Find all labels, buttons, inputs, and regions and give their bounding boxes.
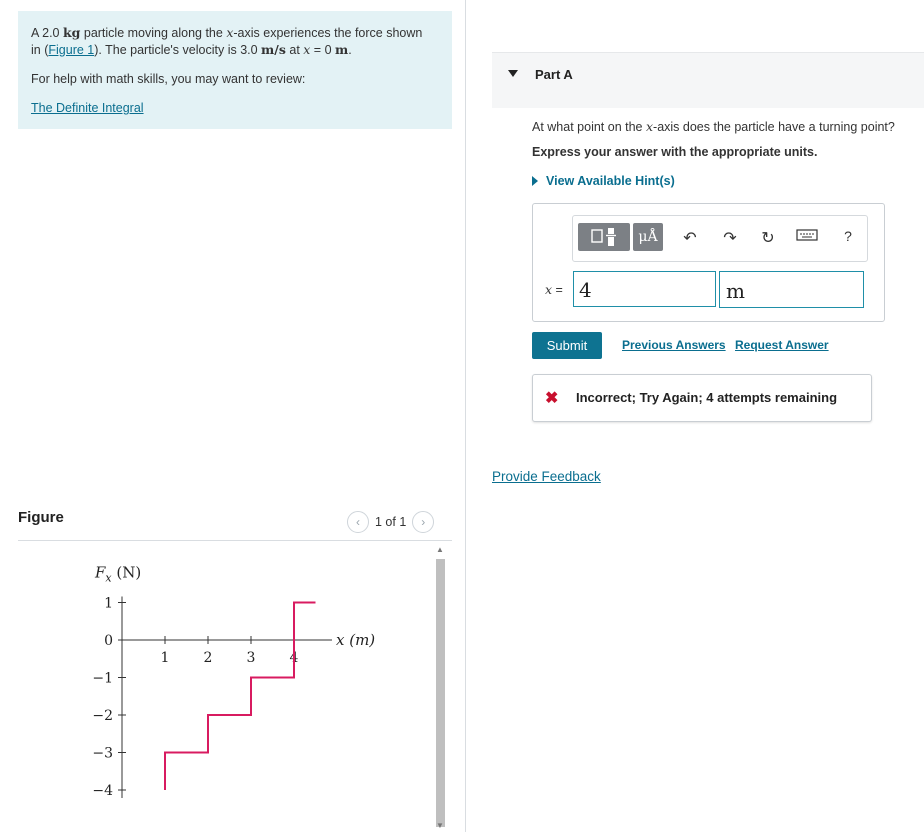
scroll-thumb[interactable] [436, 559, 445, 827]
previous-answers-link[interactable]: Previous Answers [622, 338, 726, 352]
figure-scrollbar[interactable]: ▲ ▼ [433, 545, 447, 832]
chevron-left-icon[interactable]: ‹ [347, 511, 369, 533]
x-tick-label: 2 [204, 650, 213, 666]
hint-label: View Available Hint(s) [546, 174, 675, 188]
submit-button[interactable]: Submit [532, 332, 602, 359]
force-step-line [164, 601, 316, 790]
problem-statement-line2: in (Figure 1). The particle's velocity i… [31, 42, 352, 57]
force-graph: 10−1−2−3−41 2 3 4Fx (N)x (m) [92, 564, 375, 800]
figure-1-link[interactable]: Figure 1 [48, 43, 94, 57]
figure-title: Figure [18, 509, 64, 526]
x-tick-label: 3 [247, 650, 256, 666]
problem-statement-line1: A 2.0 kg particle moving along the x-axi… [31, 25, 423, 40]
problem-intro-box: A 2.0 kg particle moving along the x-axi… [18, 11, 452, 129]
pane-divider [465, 0, 466, 832]
y-axis-label: Fx (N) [94, 564, 141, 585]
units-icon[interactable]: μÅ [633, 223, 663, 251]
y-tick-label: −3 [92, 746, 113, 762]
graph-series [164, 601, 316, 790]
view-hints-toggle[interactable]: View Available Hint(s) [532, 174, 675, 188]
answer-unit-input[interactable]: m [719, 271, 864, 308]
reset-icon[interactable]: ↻ [759, 228, 777, 248]
graph-ticks [118, 602, 295, 791]
y-tick-label: −4 [92, 783, 113, 799]
caret-right-icon [532, 176, 538, 186]
pager-text: 1 of 1 [375, 515, 407, 529]
keyboard-icon[interactable] [796, 226, 818, 247]
provide-feedback-link[interactable]: Provide Feedback [492, 469, 601, 484]
x-tick-label: 1 [161, 650, 170, 666]
y-tick-label: 0 [104, 633, 113, 649]
redo-icon[interactable]: ↷ [721, 228, 739, 248]
math-toolbar: μÅ ↶ ↷ ↻ ? [572, 215, 868, 262]
scroll-up-icon[interactable]: ▲ [436, 545, 444, 554]
figure-separator [18, 540, 452, 541]
definite-integral-link[interactable]: The Definite Integral [31, 101, 144, 115]
help-text: For help with math skills, you may want … [31, 72, 306, 86]
keyboard-glyph [796, 229, 818, 241]
figure-pager: ‹ 1 of 1 › [347, 511, 435, 533]
y-tick-label: −1 [92, 671, 113, 687]
caret-down-icon[interactable] [508, 70, 518, 77]
graph-axes [121, 596, 332, 798]
instruction-text: Express your answer with the appropriate… [532, 145, 818, 159]
feedback-text: Incorrect; Try Again; 4 attempts remaini… [576, 390, 838, 405]
templates-icon[interactable] [578, 223, 630, 251]
undo-icon[interactable]: ↶ [681, 228, 699, 248]
answer-value-input[interactable]: 4 [573, 271, 716, 307]
part-a-title[interactable]: Part A [535, 67, 573, 82]
help-icon[interactable]: ? [839, 228, 857, 244]
y-tick-label: 1 [104, 596, 113, 612]
incorrect-x-icon: ✖ [545, 390, 559, 407]
request-answer-link[interactable]: Request Answer [735, 338, 829, 352]
templates-glyph [591, 228, 616, 246]
equation-label: x = [545, 282, 563, 297]
question-text: At what point on the x-axis does the par… [532, 119, 895, 134]
y-tick-label: −2 [92, 708, 113, 724]
x-axis-label: x (m) [336, 631, 375, 649]
graph-labels: 10−1−2−3−41 2 3 4Fx (N)x (m) [92, 564, 375, 800]
scroll-down-icon[interactable]: ▼ [436, 821, 444, 830]
chevron-right-icon[interactable]: › [412, 511, 435, 533]
